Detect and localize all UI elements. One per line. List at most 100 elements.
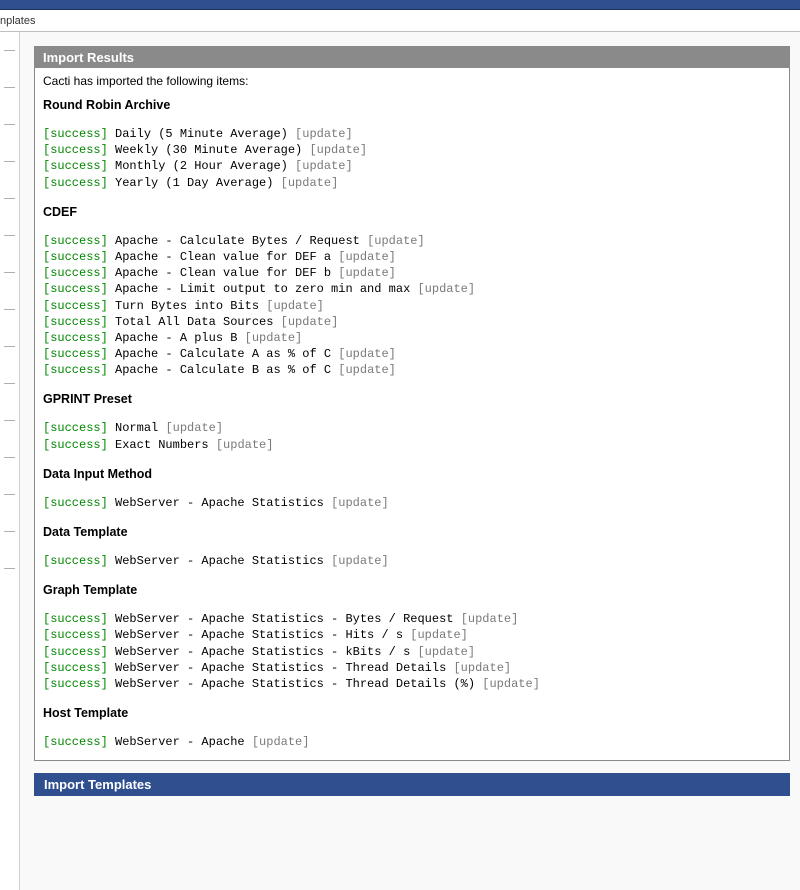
rail-tick: [4, 235, 15, 236]
note-token: [update]: [281, 315, 339, 329]
status-token: [success]: [43, 176, 108, 190]
status-token: [success]: [43, 628, 108, 642]
item-name: WebServer - Apache Statistics - Hits / s: [115, 628, 403, 642]
item-name: WebServer - Apache Statistics - Bytes / …: [115, 612, 453, 626]
section-title: CDEF: [43, 205, 781, 219]
rail-tick: [4, 50, 15, 51]
import-result-line: [success] WebServer - Apache Statistics …: [43, 660, 781, 676]
section-title: Graph Template: [43, 583, 781, 597]
item-name: Normal: [115, 421, 158, 435]
rail-tick: [4, 272, 15, 273]
section-title: Data Input Method: [43, 467, 781, 481]
status-token: [success]: [43, 612, 108, 626]
status-token: [success]: [43, 554, 108, 568]
item-name: Apache - Clean value for DEF b: [115, 266, 331, 280]
note-token: [update]: [281, 176, 339, 190]
import-result-line: [success] WebServer - Apache [update]: [43, 734, 781, 750]
left-rail: [0, 32, 20, 890]
rail-tick: [4, 531, 15, 532]
status-token: [success]: [43, 645, 108, 659]
item-name: WebServer - Apache Statistics: [115, 496, 324, 510]
status-token: [success]: [43, 363, 108, 377]
item-name: Apache - Clean value for DEF a: [115, 250, 331, 264]
import-result-line: [success] Monthly (2 Hour Average) [upda…: [43, 158, 781, 174]
rail-tick: [4, 494, 15, 495]
note-token: [update]: [461, 612, 519, 626]
panel-title: Import Results: [35, 47, 789, 68]
top-bar: [0, 0, 800, 10]
rail-tick: [4, 457, 15, 458]
item-name: WebServer - Apache Statistics - kBits / …: [115, 645, 410, 659]
import-result-line: [success] Daily (5 Minute Average) [upda…: [43, 126, 781, 142]
item-name: Apache - Calculate A as % of C: [115, 347, 331, 361]
import-result-line: [success] Weekly (30 Minute Average) [up…: [43, 142, 781, 158]
item-name: WebServer - Apache Statistics - Thread D…: [115, 661, 446, 675]
item-name: Turn Bytes into Bits: [115, 299, 259, 313]
import-result-line: [success] WebServer - Apache Statistics …: [43, 676, 781, 692]
import-results-panel: Import Results Cacti has imported the fo…: [34, 46, 790, 761]
status-token: [success]: [43, 266, 108, 280]
section-title: Round Robin Archive: [43, 98, 781, 112]
import-result-line: [success] Apache - Clean value for DEF a…: [43, 249, 781, 265]
status-token: [success]: [43, 299, 108, 313]
note-token: [update]: [295, 127, 353, 141]
import-result-line: [success] Exact Numbers [update]: [43, 437, 781, 453]
rail-tick: [4, 309, 15, 310]
section-title: GPRINT Preset: [43, 392, 781, 406]
import-result-line: [success] Apache - A plus B [update]: [43, 330, 781, 346]
rail-tick: [4, 383, 15, 384]
status-token: [success]: [43, 234, 108, 248]
item-name: Exact Numbers: [115, 438, 209, 452]
status-token: [success]: [43, 661, 108, 675]
status-token: [success]: [43, 331, 108, 345]
rail-tick: [4, 198, 15, 199]
import-result-line: [success] Total All Data Sources [update…: [43, 314, 781, 330]
item-name: WebServer - Apache: [115, 735, 245, 749]
status-token: [success]: [43, 421, 108, 435]
active-tab-label[interactable]: nplates: [0, 15, 35, 27]
item-name: Apache - Calculate B as % of C: [115, 363, 331, 377]
item-name: WebServer - Apache Statistics: [115, 554, 324, 568]
status-token: [success]: [43, 438, 108, 452]
note-token: [update]: [295, 159, 353, 173]
import-result-line: [success] WebServer - Apache Statistics …: [43, 495, 781, 511]
status-token: [success]: [43, 347, 108, 361]
note-token: [update]: [165, 421, 223, 435]
status-token: [success]: [43, 315, 108, 329]
import-result-line: [success] Normal [update]: [43, 420, 781, 436]
status-token: [success]: [43, 496, 108, 510]
panel-body: Cacti has imported the following items: …: [35, 68, 789, 760]
rail-tick: [4, 87, 15, 88]
status-token: [success]: [43, 127, 108, 141]
item-name: Daily (5 Minute Average): [115, 127, 288, 141]
intro-text: Cacti has imported the following items:: [43, 74, 781, 88]
section-title: Data Template: [43, 525, 781, 539]
note-token: [update]: [453, 661, 511, 675]
note-token: [update]: [309, 143, 367, 157]
item-name: Yearly (1 Day Average): [115, 176, 273, 190]
import-result-line: [success] Apache - Clean value for DEF b…: [43, 265, 781, 281]
rail-tick: [4, 346, 15, 347]
import-result-line: [success] WebServer - Apache Statistics …: [43, 611, 781, 627]
status-token: [success]: [43, 677, 108, 691]
item-name: Apache - A plus B: [115, 331, 237, 345]
rail-tick: [4, 420, 15, 421]
note-token: [update]: [338, 266, 396, 280]
import-result-line: [success] Apache - Calculate A as % of C…: [43, 346, 781, 362]
note-token: [update]: [331, 496, 389, 510]
import-result-line: [success] Apache - Limit output to zero …: [43, 281, 781, 297]
item-name: Apache - Limit output to zero min and ma…: [115, 282, 410, 296]
item-name: Total All Data Sources: [115, 315, 273, 329]
note-token: [update]: [338, 250, 396, 264]
rail-tick: [4, 161, 15, 162]
import-result-line: [success] WebServer - Apache Statistics …: [43, 627, 781, 643]
rail-tick: [4, 124, 15, 125]
main-area: Import Results Cacti has imported the fo…: [0, 32, 800, 890]
import-result-line: [success] WebServer - Apache Statistics …: [43, 553, 781, 569]
note-token: [update]: [338, 363, 396, 377]
status-token: [success]: [43, 250, 108, 264]
tab-row: nplates: [0, 10, 800, 32]
note-token: [update]: [338, 347, 396, 361]
import-result-line: [success] Apache - Calculate B as % of C…: [43, 362, 781, 378]
note-token: [update]: [417, 282, 475, 296]
